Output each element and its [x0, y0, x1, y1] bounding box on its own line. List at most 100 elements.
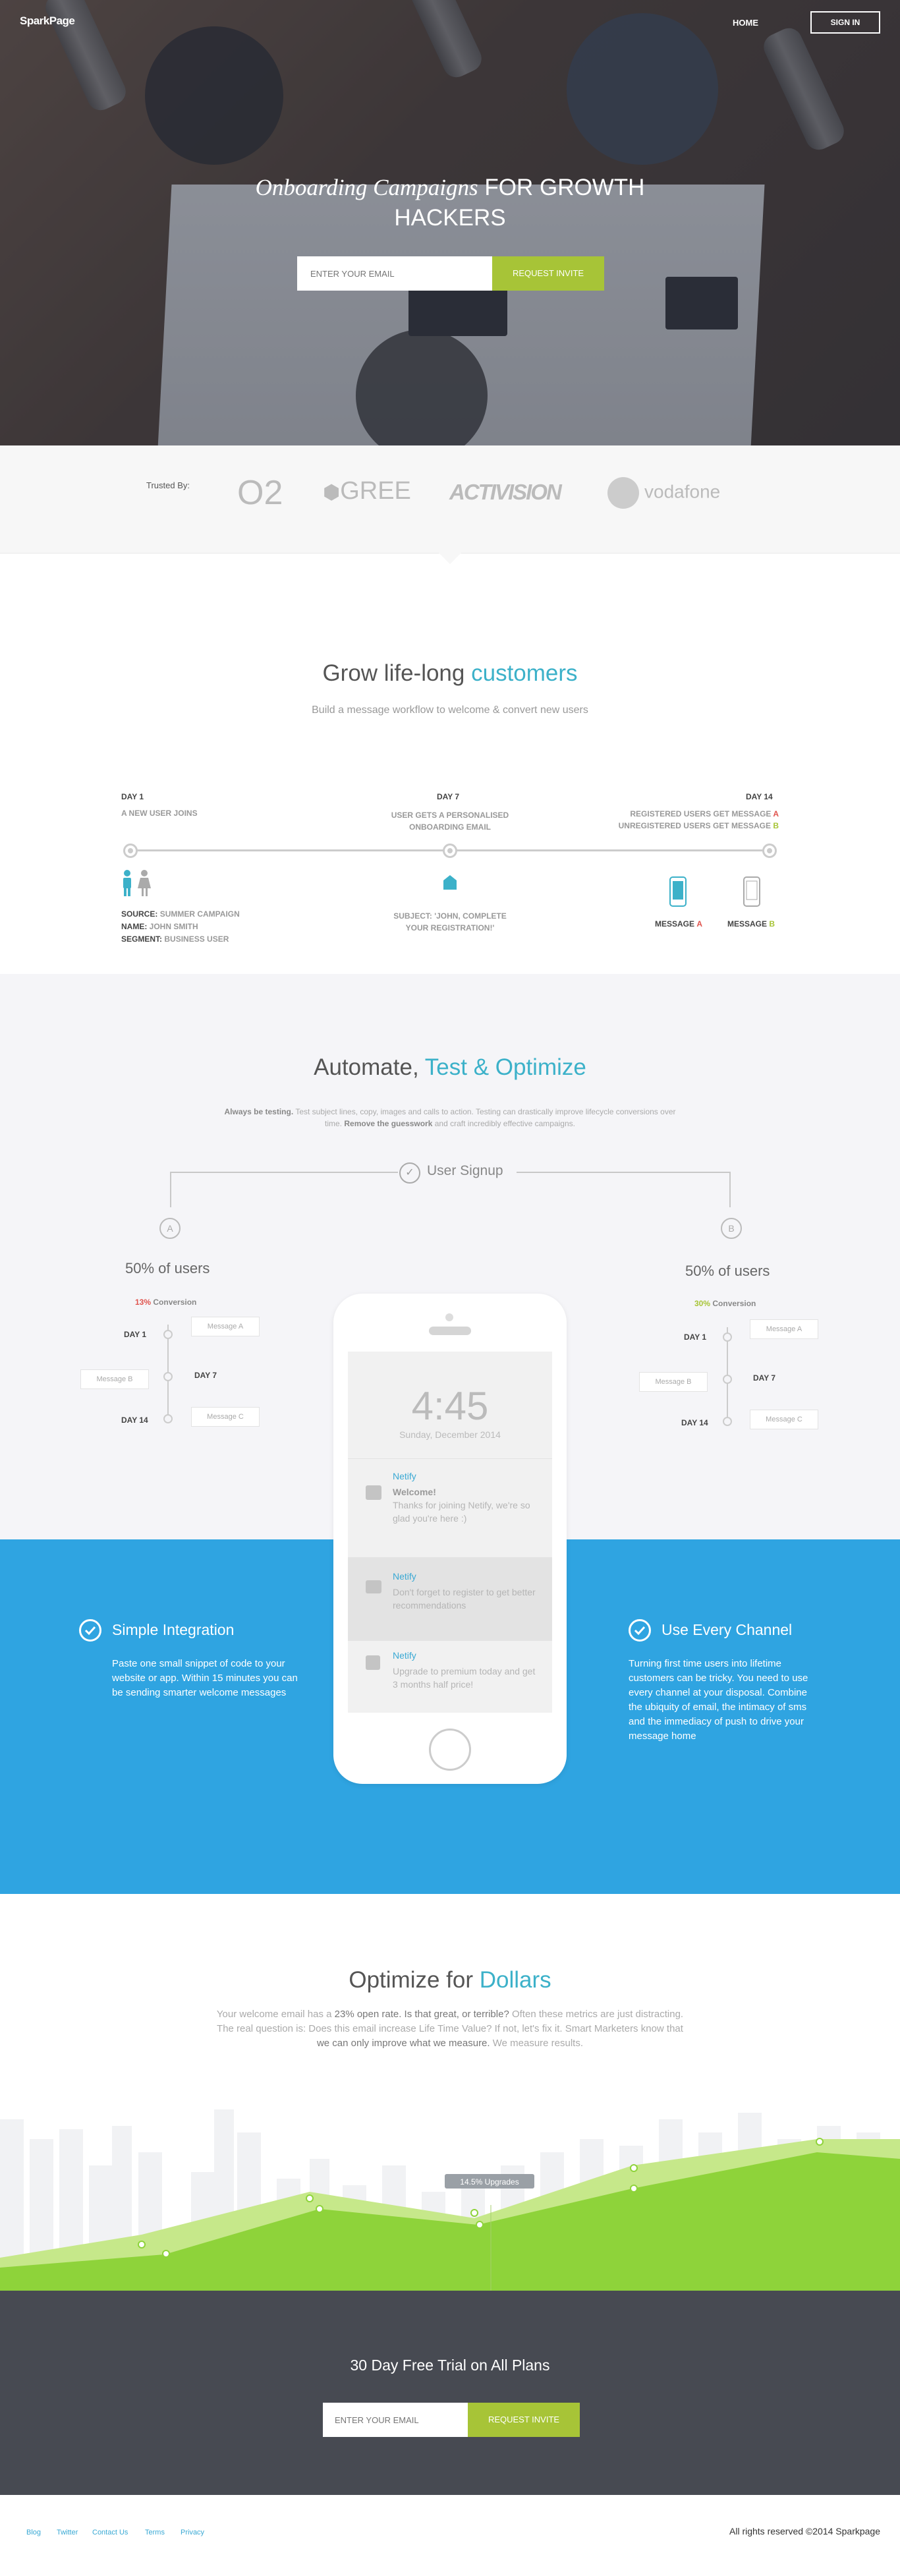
o2-logo-text: O2 [237, 474, 283, 512]
trusted-by-section: Trusted By: O2 ⬢GREE ACTIVISION vodafone [0, 445, 900, 564]
variant-a-day7: DAY 7 [194, 1371, 217, 1380]
day1-text: A NEW USER JOINS [121, 809, 198, 818]
optimize-description: Your welcome email has a 23% open rate. … [211, 2007, 689, 2051]
notification-register[interactable]: Netify Don't forget to register to get b… [348, 1557, 552, 1640]
name-row: NAME: JOHN SMITH [121, 921, 240, 933]
conversion-label: Conversion [712, 1299, 756, 1308]
lifelong-title-b: customers [471, 660, 578, 686]
notification-app: Netify [393, 1471, 416, 1481]
user-female-icon [138, 870, 151, 896]
footer-link-contact[interactable]: Contact Us [92, 2529, 128, 2536]
phone-speaker [429, 1327, 471, 1335]
source-row: SOURCE: SUMMER CAMPAIGN [121, 908, 240, 921]
message-b-letter: B [773, 821, 779, 830]
cta-email-input[interactable] [323, 2403, 468, 2437]
footer-link-privacy[interactable]: Privacy [181, 2529, 204, 2536]
variant-b-day7: DAY 7 [753, 1373, 776, 1383]
lifelong-subtitle: Build a message workflow to welcome & co… [312, 704, 588, 716]
automate-desc-bold: Remove the guesswork [344, 1119, 433, 1128]
optimize-title: Optimize for Dollars [0, 1967, 900, 1993]
hero-email-input[interactable] [297, 256, 492, 291]
optimize-desc-text: We measure results. [492, 2038, 584, 2049]
variant-b-conversion-pct: 30% [694, 1299, 711, 1308]
hexagon-icon: ⬢ [323, 482, 341, 503]
automate-description: Always be testing. Test subject lines, c… [219, 1106, 681, 1130]
checkmark-icon: ✓ [399, 1162, 420, 1184]
copyright: All rights reserved ©2014 Sparkpage [729, 2526, 880, 2536]
notification-app: Netify [393, 1650, 416, 1661]
footer-link-blog[interactable]: Blog [26, 2529, 41, 2536]
message-a-letter: A [773, 809, 779, 818]
user-male-icon [123, 870, 131, 896]
request-invite-button[interactable]: REQUEST INVITE [492, 256, 604, 291]
vodafone-icon [607, 477, 639, 509]
cta-section: 30 Day Free Trial on All Plans REQUEST I… [0, 2291, 900, 2495]
day14-text: REGISTERED USERS GET MESSAGE A UNREGISTE… [581, 808, 779, 832]
variant-b-message-c[interactable]: Message C [750, 1410, 818, 1429]
segment-value: BUSINESS USER [164, 934, 229, 944]
message-b-caption: MESSAGE B [727, 918, 775, 930]
phone-icon-a [669, 876, 687, 907]
notification-text: Upgrade to premium today and get 3 month… [393, 1666, 536, 1690]
footer-link-terms[interactable]: Terms [145, 2529, 165, 2536]
optimize-title-b: Dollars [479, 1967, 551, 1993]
automate-desc-text: Test subject lines, copy, images and cal… [295, 1107, 584, 1116]
variant-a-message-b[interactable]: Message B [80, 1369, 149, 1389]
variant-a-message-c[interactable]: Message C [191, 1407, 260, 1427]
optimize-desc-bold: 23% open rate. Is that great, or terribl… [334, 2009, 509, 2020]
conversion-label: Conversion [153, 1298, 197, 1307]
hero-title-rest: FOR GROWTH [484, 175, 645, 200]
hero: SparkPage HOME SIGN IN Onboarding Campai… [0, 0, 900, 445]
branch-line [517, 1172, 731, 1173]
activision-logo: ACTIVISION [449, 480, 562, 505]
cta-title: 30 Day Free Trial on All Plans [350, 2357, 550, 2374]
cta-request-invite-button[interactable]: REQUEST INVITE [468, 2403, 580, 2437]
phone-mockup: 4:45 Sunday, December 2014 Netify Welcom… [333, 1294, 567, 1784]
branch-line [170, 1172, 171, 1207]
branch-line [170, 1172, 398, 1173]
message-b-label: MESSAGE [727, 919, 768, 929]
day14-text-line: REGISTERED USERS GET MESSAGE [630, 809, 772, 818]
every-channel-text: Turning first time users into lifetime c… [629, 1658, 808, 1742]
variant-b-message-a[interactable]: Message A [750, 1319, 818, 1339]
phone-icon-b [743, 876, 760, 907]
simple-integration-text: Paste one small snippet of code to your … [112, 1658, 298, 1698]
logo[interactable]: SparkPage [20, 14, 75, 28]
email-icon [366, 1485, 381, 1500]
automate-title-a: Automate, [314, 1054, 419, 1080]
timeline-dot [762, 844, 777, 858]
activision-logo-text: ACTIVISION [449, 480, 562, 504]
notification-welcome[interactable]: Netify Welcome! Thanks for joining Netif… [348, 1458, 552, 1557]
message-a-letter: A [696, 919, 703, 929]
nav-home-link[interactable]: HOME [733, 18, 758, 28]
day14-label: DAY 14 [746, 792, 773, 801]
notification-title: Welcome! [393, 1487, 436, 1497]
gree-logo-text: GREE [340, 477, 411, 505]
footer-link-twitter[interactable]: Twitter [57, 2529, 78, 2536]
variant-b-message-b[interactable]: Message B [639, 1372, 708, 1392]
name-value: JOHN SMITH [149, 922, 198, 931]
timeline-dot [123, 844, 138, 858]
timeline-dot [163, 1414, 173, 1423]
optimize-desc-bold: we can only improve what we measure. [316, 2038, 490, 2049]
hero-title-rest: HACKERS [394, 205, 506, 231]
message-b-letter: B [769, 919, 775, 929]
sign-in-button[interactable]: SIGN IN [810, 11, 880, 34]
chat-icon [366, 1580, 381, 1593]
vodafone-logo-text: vodafone [644, 481, 721, 502]
vodafone-logo: vodafone [607, 477, 720, 509]
automate-title: Automate, Test & Optimize [0, 1054, 900, 1081]
hero-title-italic: Onboarding Campaigns [255, 175, 478, 200]
variant-a-message-a[interactable]: Message A [191, 1317, 260, 1336]
variant-b-share: 50% of users [685, 1263, 770, 1279]
optimize-title-a: Optimize for [349, 1967, 473, 1993]
section-caret [438, 552, 462, 564]
timeline-dot [163, 1330, 173, 1339]
notification-text: Don't forget to register to get better r… [393, 1587, 536, 1611]
variant-a-share: 50% of users [125, 1260, 210, 1276]
notification-app: Netify [393, 1571, 416, 1582]
every-channel-title: Use Every Channel [661, 1621, 793, 1638]
user-icons [123, 870, 151, 896]
variant-a-badge: A [159, 1218, 181, 1239]
notification-upgrade[interactable]: Netify Upgrade to premium today and get … [348, 1640, 552, 1713]
